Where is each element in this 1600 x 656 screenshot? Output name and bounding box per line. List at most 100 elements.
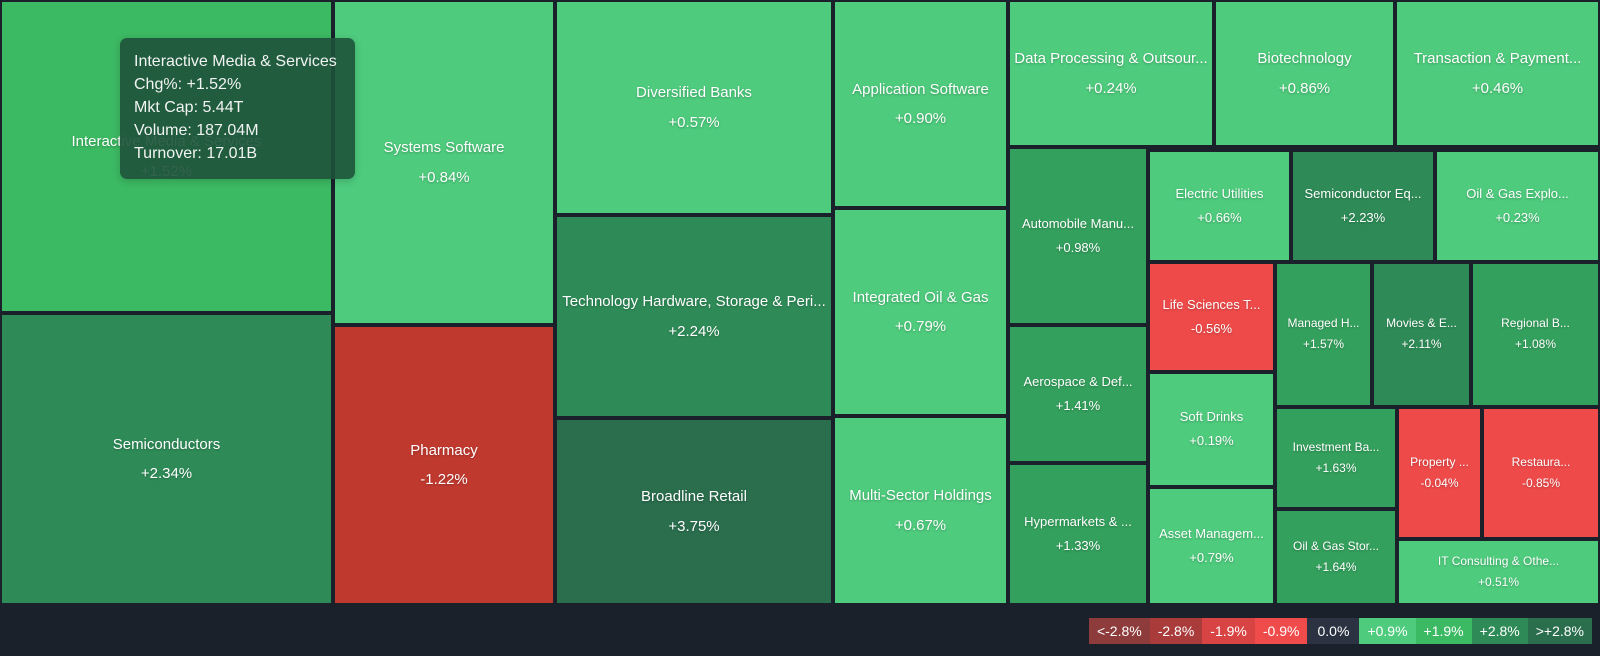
tile-label: Automobile Manu... [1021,216,1134,231]
tile-change: -0.56% [1190,320,1233,336]
tile-change: +0.57% [668,113,720,131]
legend-swatch[interactable]: >+2.8% [1527,618,1592,644]
treemap-tile[interactable]: Interactive Media & Services +1.52% [0,0,333,313]
tile-change: -1.22% [420,471,468,488]
legend-swatch[interactable]: +2.8% [1471,618,1528,644]
tile-change: +0.46% [1471,79,1524,97]
treemap-tile[interactable]: Restaura... -0.85% [1482,407,1600,539]
tile-label: Electric Utilities [1175,186,1264,201]
tile-change: +0.66% [1197,209,1242,225]
tile-change: +0.79% [894,318,947,335]
treemap-tile[interactable]: Application Software +0.90% [833,0,1008,208]
color-scale-legend: <-2.8% -2.8% -1.9% -0.9% 0.0% +0.9% +1.9% +2.8%… [1088,618,1592,644]
tile-change: +0.84% [418,168,470,186]
treemap-tile[interactable]: Oil & Gas Stor... +1.64% [1275,509,1397,605]
tile-label: IT Consulting & Othe... [1437,554,1560,568]
tile-label: Biotechnology [1257,50,1352,68]
legend-swatch[interactable]: +1.9% [1415,618,1472,644]
legend-swatch[interactable]: -0.9% [1254,618,1308,644]
tile-change: +0.67% [894,516,947,534]
treemap-tile[interactable]: Hypermarkets & ... +1.33% [1008,463,1148,605]
tile-label: Application Software [852,80,989,98]
tile-label: Transaction & Payment... [1413,50,1582,68]
treemap-tile[interactable]: IT Consulting & Othe... +0.51% [1397,539,1600,605]
tile-label: Aerospace & Def... [1023,374,1133,389]
tile-change: +1.33% [1055,537,1101,553]
tile-label: Investment Ba... [1292,440,1380,454]
treemap-tile[interactable]: Multi-Sector Holdings +0.67% [833,416,1008,605]
tile-change: +0.79% [1189,549,1234,565]
tile-change: +1.64% [1315,559,1357,574]
treemap-canvas[interactable]: Interactive Media & Services +1.52% Semico… [0,0,1600,605]
treemap-tile[interactable]: Automobile Manu... +0.98% [1008,147,1148,325]
tile-change: +1.52% [140,162,193,180]
tile-label: Oil & Gas Explo... [1466,186,1569,201]
tile-change: -0.04% [1420,475,1459,490]
tile-change: +2.34% [140,465,193,482]
legend-swatch[interactable]: <-2.8% [1088,618,1150,644]
tile-change: +1.08% [1514,337,1557,351]
treemap-tile[interactable]: Integrated Oil & Gas +0.79% [833,208,1008,416]
tile-label: Diversified Banks [636,84,752,102]
legend-swatch[interactable]: -2.8% [1149,618,1203,644]
tile-change: +1.63% [1315,460,1357,475]
tile-label: Multi-Sector Holdings [849,487,992,505]
tile-label: Semiconductor Eq... [1304,186,1422,201]
tile-change: +0.86% [1278,79,1331,97]
tile-change: +2.23% [1340,209,1386,225]
tile-change: +1.41% [1055,397,1101,413]
tile-label: Systems Software [383,139,505,157]
treemap-tile[interactable]: Technology Hardware, Storage & Peri... +2… [555,215,833,418]
tile-change: +0.24% [1085,79,1137,97]
tile-label: Broadline Retail [641,488,747,506]
tile-change: +0.98% [1055,239,1101,255]
treemap-tile[interactable]: Systems Software +0.84% [333,0,555,325]
treemap-tile[interactable]: Soft Drinks +0.19% [1148,372,1275,487]
treemap-tile[interactable]: Biotechnology +0.86% [1214,0,1395,147]
treemap-tile[interactable]: Transaction & Payment... +0.46% [1395,0,1600,147]
tile-label: Pharmacy [410,441,478,459]
tile-change: -0.85% [1521,475,1561,490]
tile-change: +0.51% [1477,574,1520,589]
tile-label: Restaura... [1511,455,1571,469]
tile-label: Interactive Media & Services [71,133,262,151]
treemap-tile[interactable]: Semiconductor Eq... +2.23% [1291,150,1435,262]
treemap-tile[interactable]: Movies & E... +2.11% [1372,262,1471,407]
legend-swatch[interactable]: 0.0% [1307,618,1360,644]
treemap-tile[interactable]: Life Sciences T... -0.56% [1148,262,1275,372]
tile-label: Integrated Oil & Gas [852,288,989,306]
treemap-tile[interactable]: Property ... -0.04% [1397,407,1482,539]
tile-change: +0.19% [1189,433,1234,448]
treemap-tile[interactable]: Regional B... +1.08% [1471,262,1600,407]
tile-change: +3.75% [668,517,720,535]
tile-label: Managed H... [1287,317,1360,331]
tile-change: +2.11% [1401,337,1442,351]
tile-label: Property ... [1410,455,1469,469]
treemap-tile[interactable]: Investment Ba... +1.63% [1275,407,1397,509]
treemap-tile[interactable]: Broadline Retail +3.75% [555,418,833,605]
legend-swatch[interactable]: +0.9% [1359,618,1416,644]
tile-change: +1.57% [1302,337,1345,351]
tile-label: Asset Managem... [1159,526,1264,541]
treemap-tile[interactable]: Electric Utilities +0.66% [1148,150,1291,262]
tile-change: +0.23% [1495,209,1540,225]
treemap-app: Interactive Media & Services +1.52% Semico… [0,0,1600,656]
tile-label: Hypermarkets & ... [1024,514,1132,529]
tile-label: Movies & E... [1386,317,1457,331]
tile-change: +0.90% [894,110,947,127]
tile-change: +2.24% [668,322,720,340]
treemap-tile[interactable]: Data Processing & Outsour... +0.24% [1008,0,1214,147]
treemap-tile[interactable]: Aerospace & Def... +1.41% [1008,325,1148,463]
treemap-tile[interactable]: Pharmacy -1.22% [333,325,555,605]
tile-label: Soft Drinks [1179,410,1244,425]
tile-label: Oil & Gas Stor... [1292,539,1380,553]
legend-swatch[interactable]: -1.9% [1202,618,1255,644]
treemap-tile[interactable]: Oil & Gas Explo... +0.23% [1435,150,1600,262]
tile-label: Technology Hardware, Storage & Peri... [562,293,826,311]
treemap-tile[interactable]: Semiconductors +2.34% [0,313,333,605]
tile-label: Data Processing & Outsour... [1014,50,1208,68]
treemap-tile[interactable]: Managed H... +1.57% [1275,262,1372,407]
treemap-tile[interactable]: Diversified Banks +0.57% [555,0,833,215]
tile-label: Life Sciences T... [1162,297,1261,312]
treemap-tile[interactable]: Asset Managem... +0.79% [1148,487,1275,605]
